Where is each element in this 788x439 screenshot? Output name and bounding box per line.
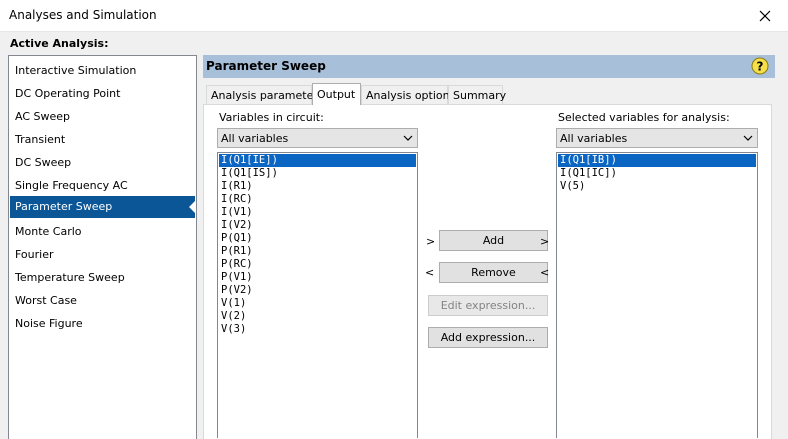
list-item[interactable]: P(Q1): [219, 232, 416, 245]
list-item[interactable]: V(1): [219, 297, 416, 310]
analysis-item-monte-carlo[interactable]: Monte Carlo: [10, 221, 195, 243]
analysis-item-worst-case[interactable]: Worst Case: [10, 290, 195, 312]
remove-button[interactable]: Remove: [439, 262, 548, 283]
svg-text:?: ?: [757, 60, 764, 74]
add-button[interactable]: Add: [439, 230, 548, 251]
list-item[interactable]: I(V1): [219, 206, 416, 219]
analysis-item-interactive-simulation[interactable]: Interactive Simulation: [10, 60, 195, 82]
selected-filter-value: All variables: [560, 132, 628, 145]
list-item[interactable]: P(V2): [219, 284, 416, 297]
list-item[interactable]: V(2): [219, 310, 416, 323]
panel-title: Parameter Sweep: [206, 59, 326, 73]
add-right-arrow: >: [540, 235, 550, 248]
tab-analysis-parameters[interactable]: Analysis parameters: [206, 85, 324, 104]
tab-summary[interactable]: Summary: [448, 85, 506, 104]
active-analysis-label: Active Analysis:: [10, 37, 109, 50]
variables-in-circuit-label: Variables in circuit:: [219, 111, 324, 124]
list-item[interactable]: P(R1): [219, 245, 416, 258]
analysis-item-label: Parameter Sweep: [15, 200, 113, 213]
list-item[interactable]: I(Q1[IB]): [558, 154, 756, 167]
analysis-item-ac-sweep[interactable]: AC Sweep: [10, 106, 195, 128]
close-icon: [759, 10, 771, 21]
analysis-list[interactable]: Interactive Simulation DC Operating Poin…: [8, 55, 197, 439]
window-title: Analyses and Simulation: [9, 8, 157, 22]
tab-analysis-options[interactable]: Analysis options: [361, 85, 455, 104]
edit-expression-button[interactable]: Edit expression...: [428, 295, 548, 316]
analysis-item-fourier[interactable]: Fourier: [10, 244, 195, 266]
list-item[interactable]: I(V2): [219, 219, 416, 232]
analysis-item-dc-operating-point[interactable]: DC Operating Point: [10, 83, 195, 105]
selection-pointer-icon: [189, 200, 196, 214]
analysis-item-temperature-sweep[interactable]: Temperature Sweep: [10, 267, 195, 289]
remove-right-arrow: <: [540, 266, 550, 279]
list-item[interactable]: I(Q1[IE]): [219, 154, 416, 167]
list-item[interactable]: I(R1): [219, 180, 416, 193]
variables-filter-select[interactable]: All variables: [217, 128, 418, 148]
remove-left-arrow: <: [425, 266, 435, 279]
chevron-down-icon: [403, 135, 413, 141]
analysis-item-dc-sweep[interactable]: DC Sweep: [10, 152, 195, 174]
analysis-item-single-frequency-ac[interactable]: Single Frequency AC: [10, 175, 195, 197]
variables-in-circuit-list[interactable]: I(Q1[IE]) I(Q1[IS]) I(R1) I(RC) I(V1) I(…: [217, 152, 418, 438]
panel-header: Parameter Sweep ?: [203, 55, 775, 78]
tab-output[interactable]: Output: [312, 83, 361, 105]
add-expression-button[interactable]: Add expression...: [428, 327, 548, 348]
title-bar: Analyses and Simulation: [0, 0, 788, 32]
analysis-item-noise-figure[interactable]: Noise Figure: [10, 313, 195, 335]
analysis-item-parameter-sweep[interactable]: Parameter Sweep: [10, 196, 196, 218]
list-item[interactable]: I(RC): [219, 193, 416, 206]
analysis-item-transient[interactable]: Transient: [10, 129, 195, 151]
list-item[interactable]: I(Q1[IC]): [558, 167, 756, 180]
list-item[interactable]: P(V1): [219, 271, 416, 284]
selected-variables-list[interactable]: I(Q1[IB]) I(Q1[IC]) V(5): [556, 152, 758, 438]
list-item[interactable]: I(Q1[IS]): [219, 167, 416, 180]
list-item[interactable]: V(5): [558, 180, 756, 193]
list-item[interactable]: P(RC): [219, 258, 416, 271]
variables-filter-value: All variables: [221, 132, 289, 145]
add-left-arrow: >: [426, 235, 436, 248]
chevron-down-icon: [743, 135, 753, 141]
close-button[interactable]: [742, 0, 788, 31]
selected-variables-label: Selected variables for analysis:: [558, 111, 730, 124]
list-item[interactable]: V(3): [219, 323, 416, 336]
help-icon[interactable]: ?: [751, 57, 769, 75]
selected-filter-select[interactable]: All variables: [556, 128, 758, 148]
